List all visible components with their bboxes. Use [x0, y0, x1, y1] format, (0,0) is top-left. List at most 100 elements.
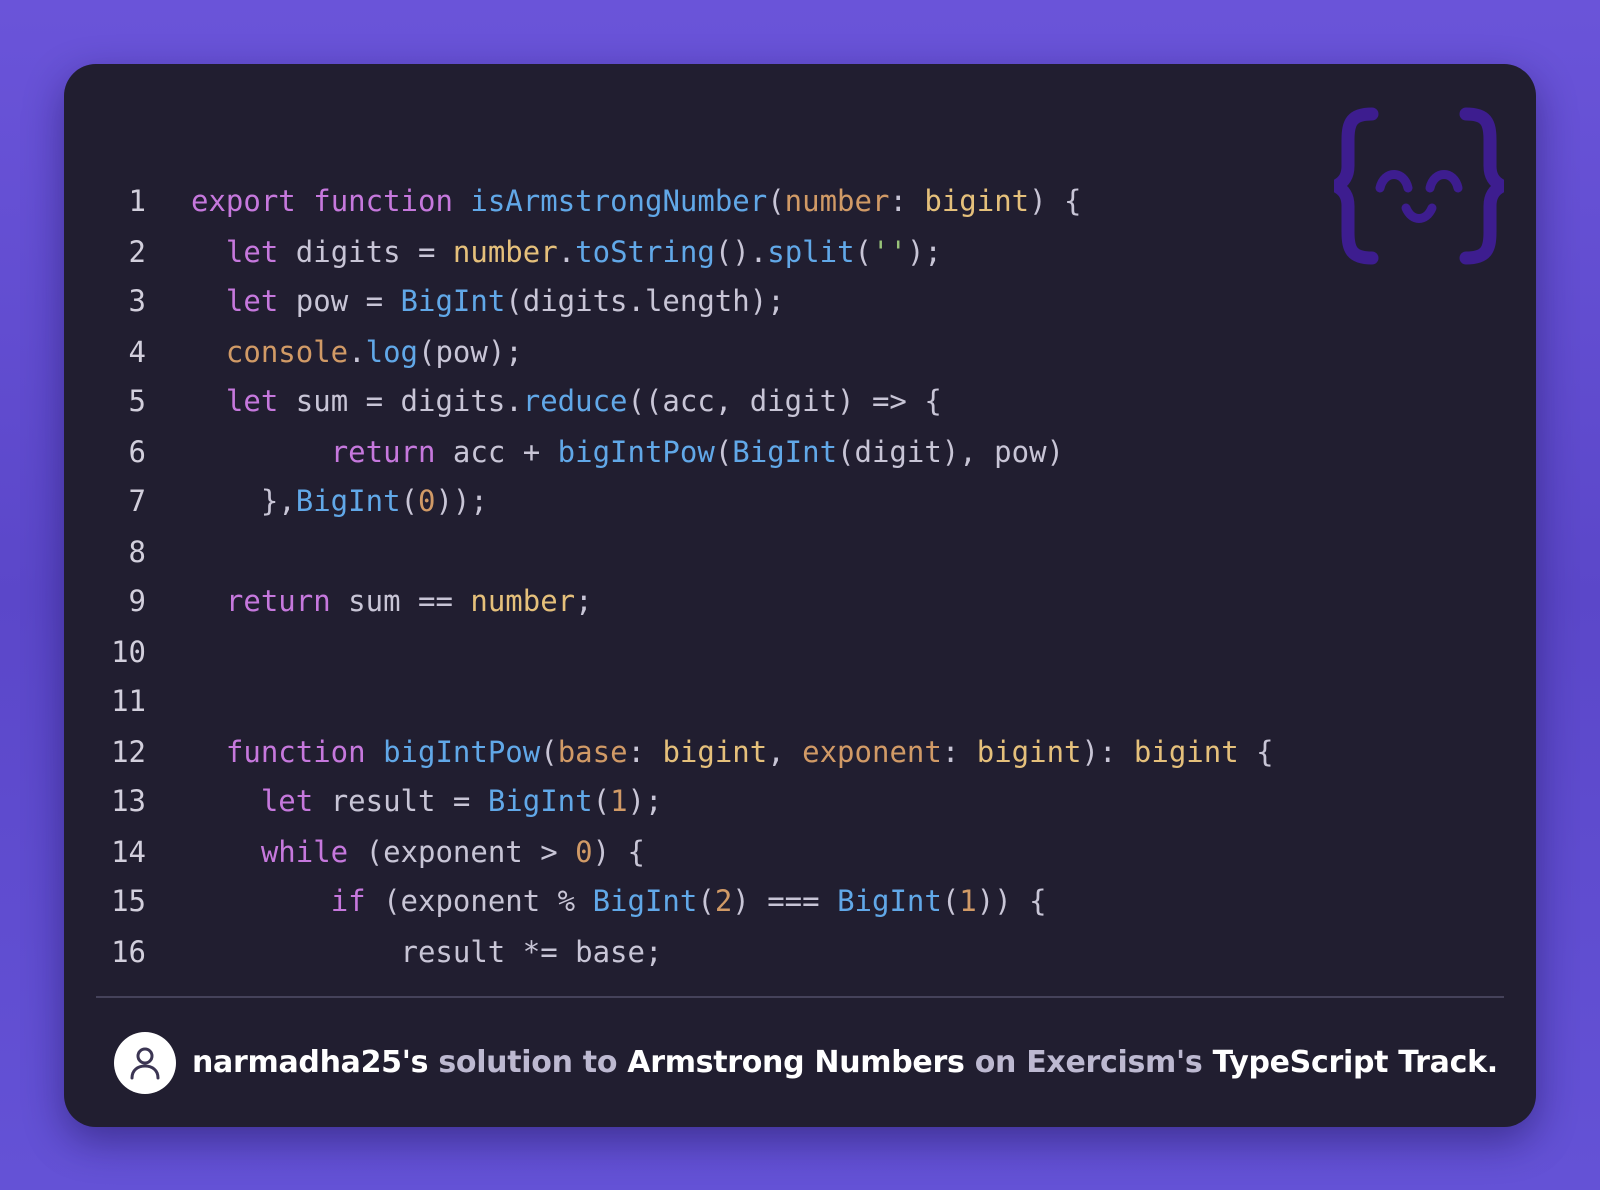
code-token: (exponent % — [365, 884, 593, 918]
code-token: if — [330, 884, 366, 918]
code-token: 1 — [959, 884, 977, 918]
code-text: let result = BigInt(1); — [191, 776, 663, 827]
solution-footer: narmadha25's solution to Armstrong Numbe… — [114, 1032, 1514, 1096]
code-token: ( — [540, 735, 558, 769]
code-token: )) { — [976, 884, 1047, 918]
code-text: let sum = digits.reduce((acc, digit) => … — [191, 376, 942, 427]
line-number: 5 — [128, 384, 146, 418]
code-token: BigInt — [592, 884, 698, 918]
code-token: sum == — [330, 584, 471, 618]
code-token: let — [225, 384, 279, 418]
code-token: (). — [714, 235, 768, 269]
code-token: log — [365, 335, 418, 369]
code-text: function bigIntPow(base: bigint, exponen… — [191, 727, 1274, 778]
code-text: return acc + bigIntPow(BigInt(digit), po… — [191, 427, 1064, 478]
code-token: reduce — [522, 384, 628, 418]
code-token: bigint — [662, 735, 768, 769]
code-token: bigint — [1133, 735, 1239, 769]
code-token: 2 — [714, 884, 733, 918]
code-token: (digits.length); — [505, 284, 785, 318]
code-token: (pow); — [418, 335, 523, 369]
caption-text-solution-to: solution to — [438, 1045, 618, 1080]
code-card: 1 export function isArmstrongNumber(numbe… — [64, 64, 1536, 1127]
code-token: : — [627, 735, 663, 769]
code-token: ((acc, digit) => { — [627, 384, 942, 418]
code-token: , — [767, 735, 803, 769]
code-token: 0 — [575, 835, 593, 869]
line-number: 10 — [111, 635, 146, 669]
code-token: number — [470, 584, 576, 618]
code-token: result *= base; — [191, 935, 663, 969]
code-token: ) { — [1029, 184, 1082, 218]
code-token: BigInt — [295, 484, 401, 518]
code-token: ( — [941, 884, 960, 918]
code-token: ( — [400, 484, 418, 518]
code-token: 1 — [610, 784, 628, 818]
code-token: result = — [313, 784, 488, 818]
code-token: return — [225, 584, 331, 618]
code-token: ); — [627, 784, 663, 818]
code-token: console — [225, 335, 349, 369]
code-token: base — [557, 735, 628, 769]
line-number: 6 — [128, 435, 146, 469]
code-token: while — [260, 835, 349, 869]
code-token: sum = digits. — [278, 384, 523, 418]
code-token: toString — [575, 235, 715, 269]
code-token: let — [260, 784, 314, 818]
code-token: ( — [714, 435, 733, 469]
line-number: 7 — [128, 484, 146, 518]
avatar[interactable] — [114, 1032, 176, 1094]
code-text: while (exponent > 0) { — [191, 827, 645, 878]
code-token: BigInt — [732, 435, 838, 469]
code-token: ( — [767, 184, 785, 218]
code-token: ( — [854, 235, 873, 269]
code-token: )); — [435, 484, 488, 518]
code-token: ) === — [732, 884, 838, 918]
code-text: },BigInt(0)); — [191, 476, 488, 527]
code-token: }, — [191, 484, 296, 518]
code-token: ): — [1081, 735, 1134, 769]
code-token: split — [767, 235, 855, 269]
line-number: 1 — [128, 184, 146, 218]
site-name[interactable]: Exercism's — [1026, 1045, 1203, 1080]
code-token: number — [452, 235, 558, 269]
track-name[interactable]: TypeScript Track. — [1213, 1045, 1499, 1080]
code-text: let pow = BigInt(digits.length); — [191, 276, 785, 327]
code-token: : — [941, 735, 977, 769]
code-token: BigInt — [487, 784, 593, 818]
footer-divider — [96, 996, 1504, 998]
code-token: function — [313, 184, 453, 218]
code-token: : — [889, 184, 925, 218]
code-token: let — [225, 235, 279, 269]
solution-caption: narmadha25's solution to Armstrong Numbe… — [192, 1032, 1498, 1094]
code-text: export function isArmstrongNumber(number… — [191, 176, 1082, 227]
code-token: (digit), pow) — [837, 435, 1065, 469]
code-token: function — [225, 735, 366, 769]
code-token: ( — [697, 884, 715, 918]
code-token: bigIntPow — [383, 735, 541, 769]
line-number: 14 — [111, 835, 146, 869]
code-token: '' — [872, 235, 907, 269]
code-token: number — [784, 184, 890, 218]
code-text: console.log(pow); — [191, 327, 523, 378]
code-token: bigint — [976, 735, 1082, 769]
code-token: ( — [592, 784, 611, 818]
code-token: export — [191, 184, 296, 218]
code-token: pow = — [278, 284, 401, 318]
author-name[interactable]: narmadha25's — [192, 1045, 428, 1080]
exercise-name[interactable]: Armstrong Numbers — [627, 1045, 965, 1080]
code-token: (exponent > — [348, 835, 576, 869]
code-text: if (exponent % BigInt(2) === BigInt(1)) … — [191, 876, 1047, 927]
exercism-logo-icon — [1329, 106, 1509, 266]
code-token: acc + — [435, 435, 558, 469]
line-number: 12 — [111, 735, 146, 769]
code-token: { — [1238, 735, 1274, 769]
